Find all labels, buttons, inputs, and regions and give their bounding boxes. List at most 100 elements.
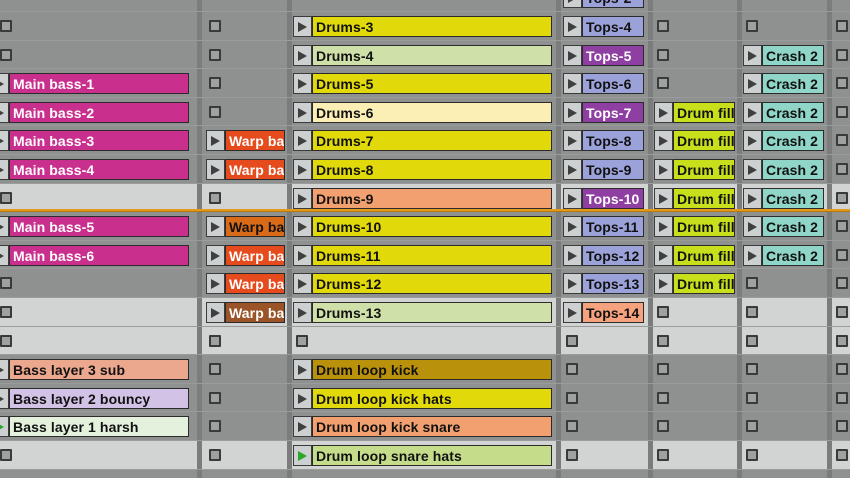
clip-slot[interactable]: Crash 2: [741, 41, 828, 69]
clip-slot[interactable]: Warp bass: [204, 269, 288, 297]
empty-slot-stop-button[interactable]: [836, 48, 848, 61]
empty-slot-stop-button[interactable]: [836, 248, 848, 261]
clip-tops[interactable]: Tops-10: [582, 187, 644, 209]
empty-slot-stop-button[interactable]: [209, 449, 221, 461]
clip-launch-button[interactable]: [293, 302, 312, 323]
empty-slot-stop-button[interactable]: [836, 306, 848, 318]
clip-slot[interactable]: Crash 2: [741, 212, 828, 240]
clip-launch-button[interactable]: [743, 216, 762, 238]
clip-drums[interactable]: Drums-7: [312, 130, 552, 152]
clip-crash[interactable]: Crash 2: [762, 244, 824, 266]
empty-slot-stop-button[interactable]: [0, 334, 12, 347]
clip-launch-button[interactable]: [743, 130, 762, 152]
clip-slot[interactable]: Drum loop snare hats: [291, 441, 557, 469]
empty-slot-stop-button[interactable]: [209, 20, 221, 32]
clip-fills[interactable]: Drum fill: [673, 159, 735, 180]
clip-slot[interactable]: Drums-10: [291, 212, 557, 240]
clip-launch-button[interactable]: [563, 101, 582, 123]
clip-slot[interactable]: Crash 2: [741, 98, 828, 126]
clip-slot[interactable]: Drum loop kick: [291, 355, 557, 383]
clip-launch-button[interactable]: [563, 16, 582, 37]
clip-drums[interactable]: Drums-3: [312, 16, 552, 37]
clip-slot[interactable]: Drum loop kick hats: [291, 384, 557, 412]
clip-drums[interactable]: Drums-6: [312, 101, 552, 123]
empty-slot-stop-button[interactable]: [209, 334, 221, 347]
clip-drums[interactable]: Drums-10: [312, 216, 552, 238]
clip-slot[interactable]: Drums-8: [291, 155, 557, 183]
clip-drums[interactable]: Drum loop kick snare: [312, 416, 552, 438]
clip-slot[interactable]: Tops-2: [561, 0, 649, 11]
clip-slot[interactable]: Crash 2: [741, 155, 828, 183]
clip-launch-button[interactable]: [654, 159, 673, 180]
clip-crash[interactable]: Crash 2: [762, 216, 824, 238]
empty-slot-stop-button[interactable]: [657, 449, 669, 461]
empty-slot-stop-button[interactable]: [836, 391, 848, 404]
clip-slot[interactable]: Drum fill: [652, 126, 738, 154]
clip-crash[interactable]: Crash 2: [762, 130, 824, 152]
empty-slot-stop-button[interactable]: [836, 191, 848, 204]
clip-bass[interactable]: Bass layer 2 bouncy: [9, 387, 189, 409]
clip-launch-button[interactable]: [293, 445, 312, 466]
clip-drums[interactable]: Drums-12: [312, 273, 552, 295]
clip-crash[interactable]: Crash 2: [762, 159, 824, 180]
clip-launch-button[interactable]: [0, 130, 9, 152]
empty-slot-stop-button[interactable]: [209, 420, 221, 433]
clip-slot[interactable]: Main bass-4: [0, 155, 198, 183]
clip-launch-button[interactable]: [0, 387, 9, 409]
empty-slot-stop-button[interactable]: [746, 449, 758, 461]
clip-launch-button[interactable]: [654, 130, 673, 152]
clip-fills[interactable]: Drum fill: [673, 130, 735, 152]
clip-drums[interactable]: Drums-4: [312, 44, 552, 66]
empty-slot-stop-button[interactable]: [657, 334, 669, 347]
clip-launch-button[interactable]: [293, 387, 312, 409]
clip-launch-button[interactable]: [206, 273, 225, 295]
empty-slot-stop-button[interactable]: [836, 163, 848, 175]
clip-warp[interactable]: Warp bass: [225, 159, 285, 180]
clip-slot[interactable]: Warp bass: [204, 155, 288, 183]
clip-warp[interactable]: Warp bass: [225, 216, 285, 238]
clip-tops[interactable]: Tops-6: [582, 73, 644, 95]
clip-slot[interactable]: Tops-13: [561, 269, 649, 297]
clip-tops[interactable]: Tops-9: [582, 159, 644, 180]
clip-fills[interactable]: Drum fill: [673, 187, 735, 209]
clip-launch-button[interactable]: [743, 101, 762, 123]
clip-crash[interactable]: Crash 2: [762, 101, 824, 123]
empty-slot-stop-button[interactable]: [0, 277, 12, 290]
empty-slot-stop-button[interactable]: [209, 105, 221, 118]
empty-slot-stop-button[interactable]: [746, 420, 758, 433]
clip-drums[interactable]: Drums-9: [312, 187, 552, 209]
clip-launch-button[interactable]: [743, 244, 762, 266]
clip-fills[interactable]: Drum fill: [673, 101, 735, 123]
empty-slot-stop-button[interactable]: [836, 220, 848, 233]
clip-slot[interactable]: Tops-12: [561, 241, 649, 269]
clip-launch-button[interactable]: [563, 302, 582, 323]
clip-slot[interactable]: Drum fill: [652, 269, 738, 297]
clip-launch-button[interactable]: [0, 244, 9, 266]
clip-drums[interactable]: Drum loop kick hats: [312, 387, 552, 409]
clip-bass[interactable]: Main bass-3: [9, 130, 189, 152]
empty-slot-stop-button[interactable]: [746, 277, 758, 290]
clip-slot[interactable]: Main bass-3: [0, 126, 198, 154]
clip-slot[interactable]: Drums-3: [291, 12, 557, 40]
clip-launch-button[interactable]: [293, 416, 312, 438]
empty-slot-stop-button[interactable]: [836, 77, 848, 90]
clip-bass[interactable]: Main bass-1: [9, 73, 189, 95]
clip-warp[interactable]: Warp bass: [225, 130, 285, 152]
clip-launch-button[interactable]: [293, 44, 312, 66]
clip-launch-button[interactable]: [654, 273, 673, 295]
empty-slot-stop-button[interactable]: [836, 105, 848, 118]
empty-slot-stop-button[interactable]: [0, 306, 12, 318]
empty-slot-stop-button[interactable]: [0, 191, 12, 204]
empty-slot-stop-button[interactable]: [746, 391, 758, 404]
empty-slot-stop-button[interactable]: [836, 363, 848, 376]
clip-bass[interactable]: Main bass-4: [9, 159, 189, 180]
clip-launch-button[interactable]: [743, 159, 762, 180]
empty-slot-stop-button[interactable]: [657, 48, 669, 61]
empty-slot-stop-button[interactable]: [836, 20, 848, 32]
clip-launch-button[interactable]: [206, 159, 225, 180]
clip-slot[interactable]: Drums-11: [291, 241, 557, 269]
clip-slot[interactable]: Tops-10: [561, 184, 649, 212]
clip-launch-button[interactable]: [563, 73, 582, 95]
clip-launch-button[interactable]: [0, 359, 9, 381]
clip-tops[interactable]: Tops-14: [582, 302, 644, 323]
